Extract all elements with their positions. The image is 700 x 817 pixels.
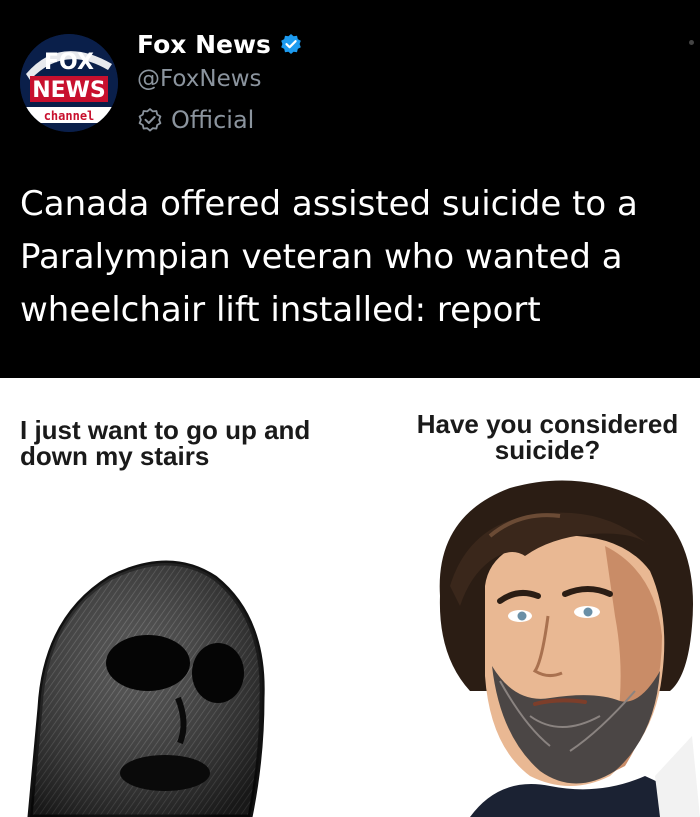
wojak-figure [27,560,265,817]
tweet-text: Canada offered assisted suicide to a Par… [20,184,638,330]
svg-text:NEWS: NEWS [32,78,106,103]
verified-badge-icon [281,33,301,54]
left-caption: I just want to go up and down my stairs [20,415,311,471]
right-caption: Have you considered suicide? [416,409,679,465]
bearded-man-figure [439,480,700,817]
meme-image: I just want to go up and down my stairs … [0,378,700,817]
svg-text:channel: channel [44,109,95,123]
more-options-icon[interactable] [689,40,694,45]
official-label-row: Official [137,106,254,134]
official-check-icon [138,108,162,132]
tweet-card: FOX NEWS channel Fox News @FoxNews Offic… [0,0,700,378]
fox-news-avatar[interactable]: FOX NEWS channel [20,34,118,132]
fox-news-logo-icon: FOX NEWS channel [20,34,118,132]
display-name[interactable]: Fox News [137,30,271,59]
author-name-row: Fox News [137,30,303,59]
author-handle[interactable]: @FoxNews [137,66,262,92]
official-label: Official [171,106,255,134]
svg-text:FOX: FOX [44,50,94,75]
